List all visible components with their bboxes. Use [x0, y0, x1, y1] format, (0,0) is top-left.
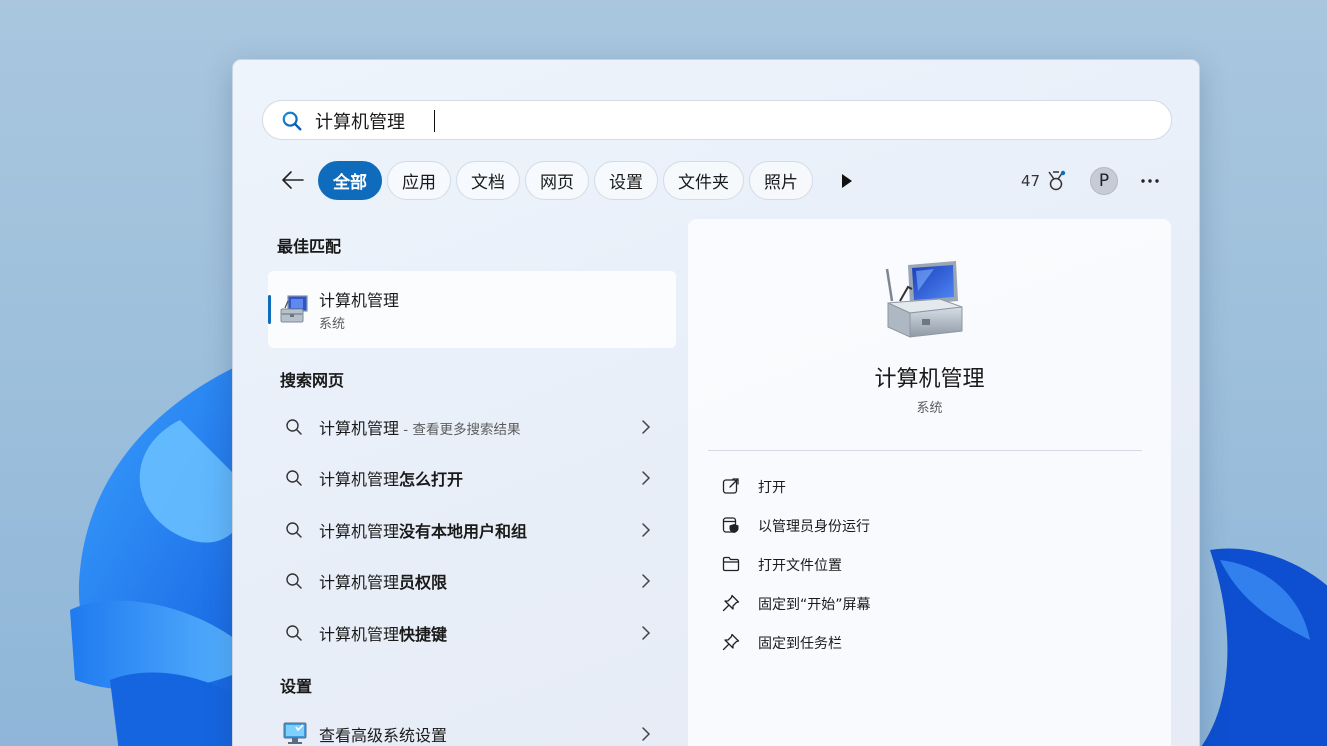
result-detail-pane: 计算机管理 系统 打开 以管理员身份运行 打开文件位置 固定到“开始”屏幕 固定… — [688, 219, 1171, 746]
user-avatar[interactable]: P — [1090, 167, 1118, 195]
web-search-item-text: 计算机管理怎么打开 — [319, 470, 464, 489]
search-input[interactable] — [315, 107, 1135, 135]
web-search-item[interactable]: 计算机管理怎么打开 — [268, 456, 676, 500]
tab-settings[interactable]: 设置 — [594, 161, 658, 200]
filter-tabs: 全部 应用 文档 网页 设置 文件夹 照片 — [318, 161, 813, 200]
web-search-item[interactable]: 计算机管理员权限 — [268, 559, 676, 603]
chevron-right-icon — [642, 471, 651, 485]
action-pin-to-start[interactable]: 固定到“开始”屏幕 — [708, 585, 1142, 621]
text-caret — [434, 110, 435, 132]
settings-result-label: 查看高级系统设置 — [319, 726, 448, 745]
best-match-heading: 最佳匹配 — [277, 237, 342, 256]
shield-run-icon — [722, 517, 739, 533]
detail-divider — [708, 450, 1142, 451]
detail-subtitle: 系统 — [916, 401, 943, 416]
action-open-file-location[interactable]: 打开文件位置 — [708, 546, 1142, 582]
web-search-item[interactable]: 计算机管理快捷键 — [268, 611, 676, 655]
search-icon — [286, 522, 302, 538]
action-pin-to-taskbar-label: 固定到任务栏 — [758, 636, 842, 652]
action-run-as-admin[interactable]: 以管理员身份运行 — [708, 507, 1142, 543]
tab-web[interactable]: 网页 — [525, 161, 589, 200]
best-match-subtitle: 系统 — [319, 317, 346, 332]
chevron-right-icon — [642, 727, 651, 741]
chevron-right-icon — [642, 574, 651, 588]
open-external-icon — [722, 478, 739, 494]
chevron-right-icon — [642, 626, 651, 640]
best-match-result[interactable]: 计算机管理 系统 — [268, 271, 676, 348]
settings-result-item[interactable]: 查看高级系统设置 — [268, 712, 676, 746]
search-box[interactable] — [262, 100, 1172, 140]
action-pin-to-taskbar[interactable]: 固定到任务栏 — [708, 624, 1142, 660]
web-search-item[interactable]: 计算机管理没有本地用户和组 — [268, 508, 676, 552]
back-button[interactable] — [277, 166, 309, 194]
more-filters-play-icon[interactable] — [837, 170, 857, 192]
search-icon — [286, 419, 302, 435]
computer-management-large-icon — [885, 261, 963, 338]
web-search-item[interactable]: 计算机管理 - 查看更多搜索结果 — [268, 405, 676, 449]
start-search-panel: 全部 应用 文档 网页 设置 文件夹 照片 47 P 最佳匹配 — [232, 59, 1200, 746]
rewards-medal-icon — [1048, 170, 1066, 191]
computer-management-icon — [280, 295, 308, 323]
search-icon — [286, 470, 302, 486]
selection-indicator — [268, 295, 271, 324]
tab-photos[interactable]: 照片 — [749, 161, 813, 200]
chevron-right-icon — [642, 523, 651, 537]
web-search-heading: 搜索网页 — [280, 371, 345, 390]
action-run-as-admin-label: 以管理员身份运行 — [758, 519, 870, 535]
web-search-item-text: 计算机管理快捷键 — [319, 625, 448, 644]
web-search-item-text: 计算机管理员权限 — [319, 573, 448, 592]
web-search-item-text: 计算机管理没有本地用户和组 — [319, 522, 528, 541]
tab-folders[interactable]: 文件夹 — [663, 161, 744, 200]
tab-documents[interactable]: 文档 — [456, 161, 520, 200]
web-search-item-text: 计算机管理 - 查看更多搜索结果 — [319, 419, 521, 438]
rewards-points[interactable]: 47 — [1021, 170, 1066, 192]
more-options-button[interactable] — [1137, 169, 1163, 193]
action-open-label: 打开 — [758, 480, 786, 496]
search-icon — [282, 111, 302, 131]
tab-all[interactable]: 全部 — [318, 161, 382, 200]
search-icon — [286, 573, 302, 589]
rewards-points-value: 47 — [1021, 172, 1041, 190]
pin-icon — [722, 633, 740, 651]
action-pin-to-start-label: 固定到“开始”屏幕 — [758, 597, 871, 613]
action-open-file-location-label: 打开文件位置 — [758, 558, 842, 574]
settings-heading: 设置 — [280, 677, 313, 696]
tab-apps[interactable]: 应用 — [387, 161, 451, 200]
system-settings-icon — [283, 722, 307, 744]
detail-title: 计算机管理 — [874, 367, 985, 392]
action-open[interactable]: 打开 — [708, 468, 1142, 504]
search-icon — [286, 625, 302, 641]
chevron-right-icon — [642, 420, 651, 434]
folder-icon — [722, 556, 740, 572]
ellipsis-icon — [1141, 179, 1159, 183]
best-match-title: 计算机管理 — [319, 291, 400, 310]
pin-icon — [722, 594, 740, 612]
arrow-left-icon — [282, 171, 304, 189]
